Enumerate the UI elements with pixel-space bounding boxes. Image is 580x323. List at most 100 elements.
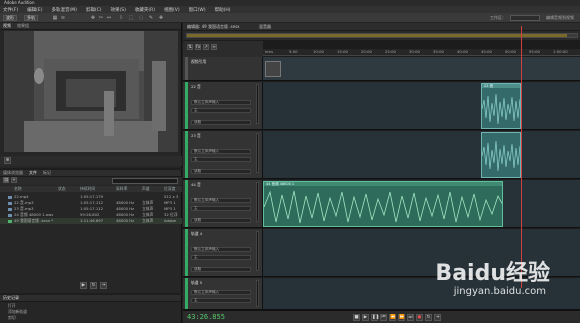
video-thumbnail[interactable] — [265, 61, 281, 77]
col-bit-depth[interactable]: 位深度 — [164, 186, 175, 192]
menu-window[interactable]: 窗口(W) — [189, 7, 206, 13]
go-to-start-icon[interactable]: ⏮ — [380, 314, 387, 321]
waveform-view-button[interactable]: 波形 — [3, 15, 17, 21]
slip-tool-icon[interactable]: ↔ — [106, 15, 112, 21]
audio-clip[interactable] — [481, 132, 521, 178]
time-selection-icon[interactable]: I — [118, 15, 124, 21]
play-icon[interactable]: ▶ — [362, 314, 369, 321]
track-color — [185, 180, 188, 227]
track-lane[interactable]: 44 音频 48000 1 — [263, 180, 580, 227]
tab-editor[interactable]: 编辑器: 49 我国语言版 .sesx — [187, 23, 240, 30]
brush-icon[interactable]: ✎ — [148, 15, 154, 21]
input-select[interactable]: 默认立体声输入 — [191, 247, 251, 252]
menu-favorites[interactable]: 收藏夹(R) — [135, 7, 155, 13]
menu-file[interactable]: 文件(F) — [3, 7, 18, 13]
video-frame — [4, 31, 178, 152]
input-select[interactable]: 默认立体声输入 — [191, 100, 251, 105]
output-select[interactable]: 主 — [191, 108, 251, 113]
output-select[interactable]: 主 — [191, 255, 251, 260]
pause-icon[interactable]: ❚❚ — [371, 314, 380, 321]
video-lane[interactable] — [263, 57, 580, 80]
track-lane[interactable]: 22 音 — [263, 82, 580, 129]
sends-icon[interactable]: ↗ — [203, 44, 209, 50]
menu-clip[interactable]: 剪辑(C) — [86, 7, 102, 13]
track-name[interactable]: 22 音 — [191, 84, 201, 90]
input-select[interactable]: 默认立体声输入 — [191, 198, 251, 203]
io-icon[interactable]: ⇅ — [187, 44, 193, 50]
files-search-input[interactable] — [112, 178, 178, 184]
menu-effects[interactable]: 效果(S) — [111, 7, 126, 13]
track-name[interactable]: 23 音 — [191, 133, 201, 139]
fast-forward-icon[interactable]: ⏩ — [398, 314, 405, 321]
marquee-icon[interactable]: ⬚ — [128, 15, 134, 21]
input-select[interactable]: 默认立体声输入 — [191, 290, 251, 295]
skip-icon[interactable]: ⇥ — [434, 314, 441, 321]
pitch-icon[interactable]: ≋ — [60, 15, 66, 21]
track-name[interactable]: 轨道 4 — [191, 231, 202, 237]
input-select[interactable]: 默认立体声输入 — [191, 149, 251, 154]
overview-range[interactable] — [187, 34, 567, 37]
tab-files[interactable]: 文件 — [29, 170, 37, 176]
clip-waveform — [482, 140, 520, 172]
tab-effects-rack[interactable]: 效果组 — [17, 23, 29, 29]
stop-icon[interactable]: ■ — [353, 314, 360, 321]
col-status[interactable]: 状态 — [58, 186, 66, 192]
loop-playback-icon[interactable]: ↻ — [425, 314, 432, 321]
auto-play-icon[interactable]: ⇥ — [100, 282, 107, 289]
playhead[interactable] — [521, 26, 522, 288]
col-duration[interactable]: 持续时间 — [80, 186, 95, 192]
loop-icon[interactable]: ↻ — [90, 282, 97, 289]
col-name[interactable]: 名称 — [14, 186, 22, 192]
menu-help[interactable]: 帮助(H) — [215, 7, 231, 13]
audio-clip[interactable]: 22 音 — [481, 83, 521, 129]
video-controls: ⊕ — [0, 156, 182, 166]
razor-tool-icon[interactable]: ✂ — [98, 15, 104, 21]
menu-multitrack[interactable]: 多轨混音(M) — [51, 7, 76, 13]
output-select[interactable]: 主 — [191, 298, 251, 303]
file-row-selected[interactable]: 49 我国语言版 .sesx * 1:11:46.897 48000 Hz 立体… — [0, 218, 182, 224]
new-file-icon[interactable]: + — [11, 177, 17, 183]
multitrack-view-button[interactable]: 多轨 — [24, 15, 38, 21]
app-title: Adobe Audition — [4, 0, 35, 5]
menu-edit[interactable]: 编辑(E) — [27, 7, 42, 13]
col-sample-rate[interactable]: 采样率 — [116, 186, 127, 192]
track-name[interactable]: 44 音 — [191, 182, 201, 188]
automation-select[interactable]: 读取 — [191, 120, 251, 125]
eq-icon[interactable]: ≈ — [211, 44, 217, 50]
col-channels[interactable]: 声道 — [142, 186, 150, 192]
menu-view[interactable]: 视图(V) — [164, 7, 180, 13]
lasso-icon[interactable]: ◌ — [138, 15, 144, 21]
import-icon[interactable]: ▤ — [3, 177, 9, 183]
record-icon[interactable]: ● — [416, 314, 423, 321]
output-select[interactable]: 主 — [191, 206, 251, 211]
tab-markers[interactable]: 标记 — [43, 170, 51, 176]
track-lane[interactable] — [263, 131, 580, 178]
track-name[interactable]: 轨道 5 — [191, 280, 202, 286]
spectral-icon[interactable]: ▦ — [52, 15, 58, 21]
rewind-icon[interactable]: ⏪ — [389, 314, 396, 321]
output-select[interactable]: 主 — [191, 157, 251, 162]
history-item[interactable]: 剪切 — [8, 315, 16, 321]
workspace-select[interactable] — [510, 15, 540, 21]
timeline-ruler[interactable]: hms 5:00 10:00 15:00 20:00 25:00 30:00 3… — [263, 49, 580, 56]
files-panel-tabs: 媒体浏览器 文件 标记 — [0, 170, 181, 177]
automation-select[interactable]: 读取 — [191, 218, 251, 223]
automation-select[interactable]: 读取 — [191, 169, 251, 174]
move-tool-icon[interactable]: ✥ — [90, 15, 96, 21]
automation-select[interactable]: 读取 — [191, 267, 251, 272]
tab-mixer[interactable]: 混音器 — [259, 23, 271, 30]
ruler-tick: 10:00 — [313, 49, 324, 54]
go-to-end-icon[interactable]: ⏭ — [407, 314, 414, 321]
audio-file-icon — [8, 201, 12, 205]
spot-heal-icon[interactable]: ✚ — [158, 15, 164, 21]
fx-icon[interactable]: fx — [195, 44, 201, 50]
ruler-tick: 30:00 — [409, 49, 420, 54]
play-preview-icon[interactable]: ▶ — [80, 282, 87, 289]
tab-video[interactable]: 视频 — [3, 23, 11, 29]
tab-media-browser[interactable]: 媒体浏览器 — [3, 170, 23, 176]
overview-scrollbar[interactable] — [186, 33, 578, 38]
tab-history[interactable]: 历史记录 — [3, 295, 19, 301]
video-panel-tabs: 视频 效果组 — [0, 23, 181, 30]
audio-clip[interactable]: 44 音频 48000 1 — [263, 181, 503, 227]
zoom-icon[interactable]: ⊕ — [4, 157, 11, 164]
